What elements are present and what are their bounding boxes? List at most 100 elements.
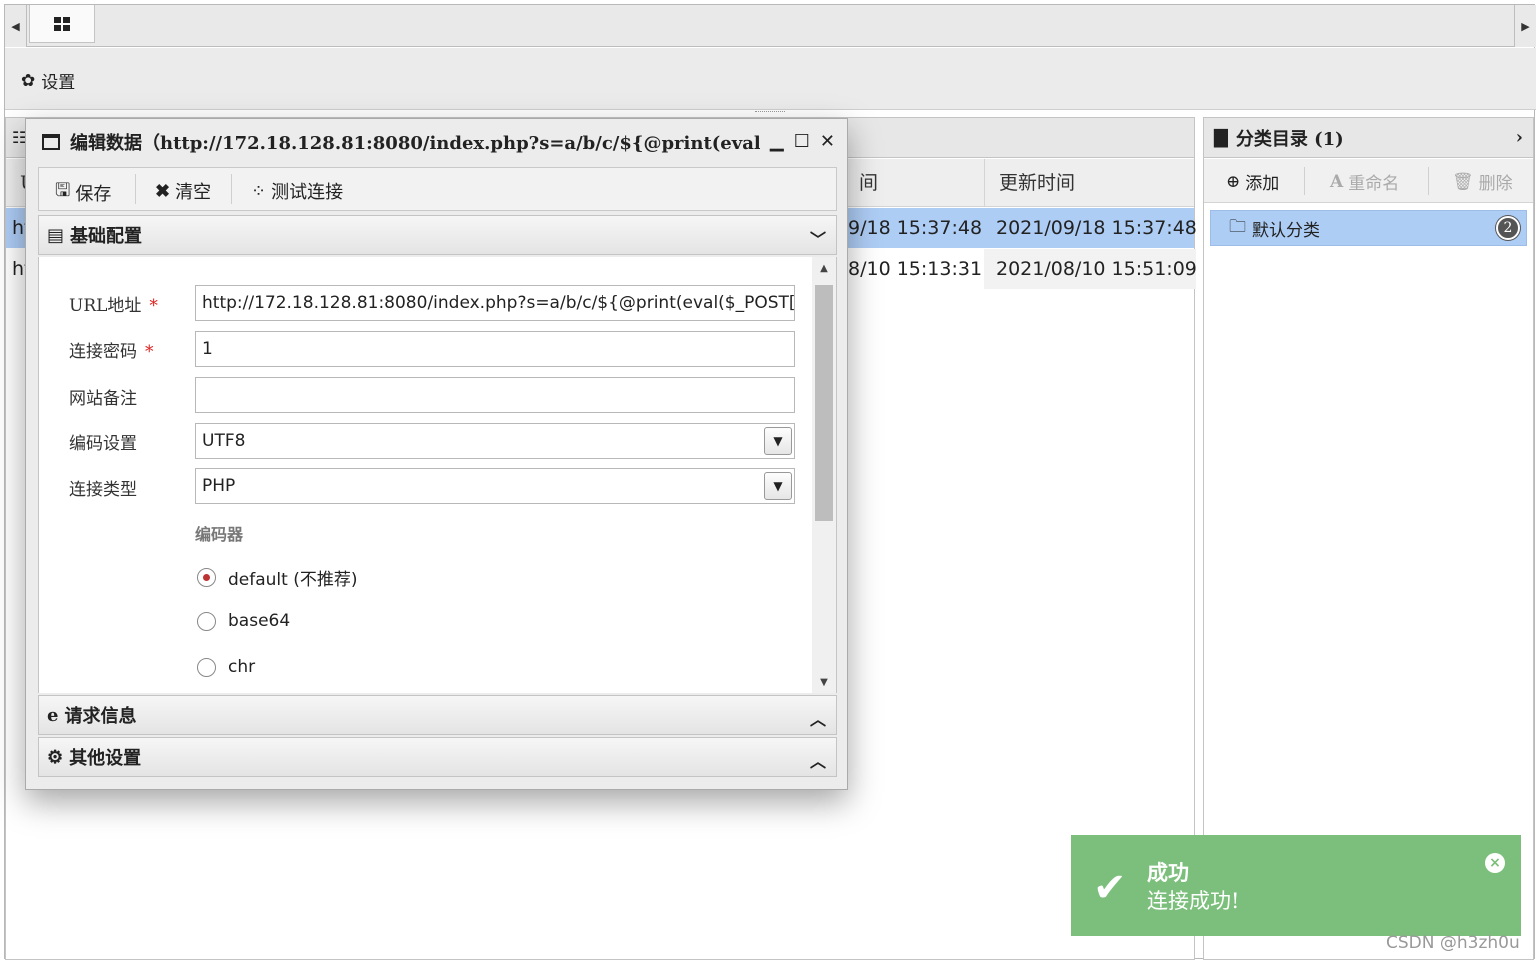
clear-label: 清空 xyxy=(175,182,212,203)
basic-config-body: URL地址 * http://172.18.128.81:8080/index.p… xyxy=(38,257,837,693)
section-other-settings[interactable]: ⚙ 其他设置 ︿ xyxy=(38,737,837,777)
encoder-option-base64[interactable]: base64 xyxy=(197,611,290,631)
category-item-label: 默认分类 xyxy=(1252,220,1320,241)
category-toolbar: ⊕ 添加 A 重命名 🗑 删除 xyxy=(1204,159,1533,203)
category-panel: ▇ 分类目录 (1) › ⊕ 添加 A 重命名 🗑 删除 🗀 默认分类 2 xyxy=(1203,117,1534,960)
plus-circle-icon: ⊕ xyxy=(1226,171,1241,192)
scroll-up-icon[interactable]: ▲ xyxy=(812,257,836,279)
folder-open-icon: 🗀 xyxy=(1229,216,1246,237)
gear-icon: ✿ xyxy=(21,70,36,91)
cell-updated: 2021/08/10 15:51:09 xyxy=(984,249,1197,289)
toast-message: 连接成功! xyxy=(1147,889,1240,913)
chevron-up-icon: ︿ xyxy=(809,752,826,771)
section-basic-label: 基础配置 xyxy=(70,226,143,247)
encoder-option-label: default (不推荐) xyxy=(228,570,358,590)
settings-button[interactable]: ✿ 设置 xyxy=(21,68,76,94)
file-icon: ▤ xyxy=(47,224,65,246)
password-field[interactable]: 1 xyxy=(195,331,795,367)
tab-scroll-left-button[interactable]: ◀ xyxy=(5,5,27,47)
section-request-label: 请求信息 xyxy=(64,706,137,727)
splitter-handle[interactable] xyxy=(755,111,785,115)
ie-icon: e xyxy=(47,704,59,726)
password-label: 连接密码 * xyxy=(69,342,154,362)
chevron-down-icon[interactable]: ▼ xyxy=(764,427,792,455)
cell-created: 9/18 15:37:48 xyxy=(848,217,983,239)
chevron-down-icon: ﹀ xyxy=(809,230,826,249)
encoder-option-label: chr xyxy=(228,657,256,677)
clear-button[interactable]: ✖ 清空 xyxy=(155,178,211,204)
add-category-button[interactable]: ⊕ 添加 xyxy=(1226,169,1280,195)
encoding-value: UTF8 xyxy=(202,431,246,451)
count-badge: 2 xyxy=(1496,216,1520,240)
radio-button[interactable] xyxy=(197,568,216,587)
encoder-option-label: base64 xyxy=(228,611,291,631)
tab-bar: ◀ ▶ xyxy=(5,5,1536,47)
tab-scroll-right-button[interactable]: ▶ xyxy=(1514,5,1536,47)
folder-icon: ▇ xyxy=(1214,127,1228,148)
encoder-option-default[interactable]: default (不推荐) xyxy=(197,565,357,590)
test-connection-button[interactable]: ⁘ 测试连接 xyxy=(251,178,343,204)
scrollbar-thumb[interactable] xyxy=(815,285,833,521)
note-label: 网站备注 xyxy=(69,389,137,409)
trash-icon: 🗑 xyxy=(1452,171,1474,192)
divider xyxy=(1428,167,1429,195)
cell-created: 8/10 15:13:31 xyxy=(848,258,983,280)
encoder-option-chr[interactable]: chr xyxy=(197,657,255,677)
type-select[interactable]: PHP ▼ xyxy=(195,468,795,504)
url-label: URL地址 * xyxy=(69,296,158,316)
window-icon xyxy=(42,134,60,150)
note-field[interactable] xyxy=(195,377,795,413)
delete-category-label: 删除 xyxy=(1478,174,1513,194)
test-connection-label: 测试连接 xyxy=(271,182,344,203)
rename-category-button[interactable]: A 重命名 xyxy=(1330,169,1400,195)
dialog-titlebar[interactable]: 编辑数据（http://172.18.128.81:8080/index.php… xyxy=(26,119,847,165)
divider xyxy=(1304,167,1305,195)
delete-category-button[interactable]: 🗑 删除 xyxy=(1452,169,1513,195)
close-icon[interactable]: × xyxy=(1485,853,1505,873)
dialog-title: 编辑数据（http://172.18.128.81:8080/index.php… xyxy=(70,133,760,154)
col-header-created[interactable]: 间 xyxy=(844,159,984,207)
section-request-info[interactable]: e 请求信息 ︿ xyxy=(38,695,837,735)
minimize-icon[interactable]: ▁ xyxy=(770,131,784,152)
section-other-label: 其他设置 xyxy=(69,748,142,769)
settings-label: 设置 xyxy=(41,73,76,93)
check-icon: ✔ xyxy=(1093,865,1127,911)
category-title: 分类目录 (1) xyxy=(1235,128,1344,150)
url-field[interactable]: http://172.18.128.81:8080/index.php?s=a/… xyxy=(195,285,795,321)
save-icon: 🖫 xyxy=(55,180,71,201)
save-label: 保存 xyxy=(75,184,112,205)
main-toolbar: ✿ 设置 xyxy=(5,48,1536,110)
spinner-icon: ⁘ xyxy=(251,180,267,202)
col-header-updated[interactable]: 更新时间 xyxy=(984,159,1196,207)
type-label: 连接类型 xyxy=(69,480,137,500)
save-button[interactable]: 🖫 保存 xyxy=(55,178,111,208)
tab-home[interactable] xyxy=(29,5,95,43)
radio-button[interactable] xyxy=(197,657,216,677)
vertical-scrollbar[interactable]: ▲ ▼ xyxy=(812,257,836,693)
font-icon: A xyxy=(1330,171,1344,192)
gears-icon: ⚙ xyxy=(47,746,64,768)
radio-button[interactable] xyxy=(197,611,216,631)
grid-icon xyxy=(54,16,70,31)
type-value: PHP xyxy=(202,476,236,496)
dialog-toolbar: 🖫 保存 ✖ 清空 ⁘ 测试连接 xyxy=(38,167,837,211)
category-item-default[interactable]: 🗀 默认分类 2 xyxy=(1210,210,1527,246)
divider xyxy=(231,174,232,204)
close-icon[interactable]: ✕ xyxy=(820,131,835,152)
toast-title: 成功 xyxy=(1147,860,1189,885)
cell-updated: 2021/09/18 15:37:48 xyxy=(996,217,1197,239)
chevron-right-icon[interactable]: › xyxy=(1516,127,1523,148)
maximize-icon[interactable]: ☐ xyxy=(794,131,810,152)
chevron-down-icon[interactable]: ▼ xyxy=(764,472,792,500)
close-icon: ✖ xyxy=(155,180,171,202)
chevron-up-icon: ︿ xyxy=(809,710,826,729)
add-category-label: 添加 xyxy=(1245,174,1280,194)
category-title-bar: ▇ 分类目录 (1) › xyxy=(1204,118,1533,158)
encoder-title: 编码器 xyxy=(195,525,244,544)
edit-data-dialog: 编辑数据（http://172.18.128.81:8080/index.php… xyxy=(25,118,848,790)
rename-category-label: 重命名 xyxy=(1348,174,1400,194)
section-basic-config[interactable]: ▤ 基础配置 ﹀ xyxy=(38,215,837,255)
encoding-select[interactable]: UTF8 ▼ xyxy=(195,423,795,459)
scroll-down-icon[interactable]: ▼ xyxy=(812,671,836,693)
encoding-label: 编码设置 xyxy=(69,434,137,454)
